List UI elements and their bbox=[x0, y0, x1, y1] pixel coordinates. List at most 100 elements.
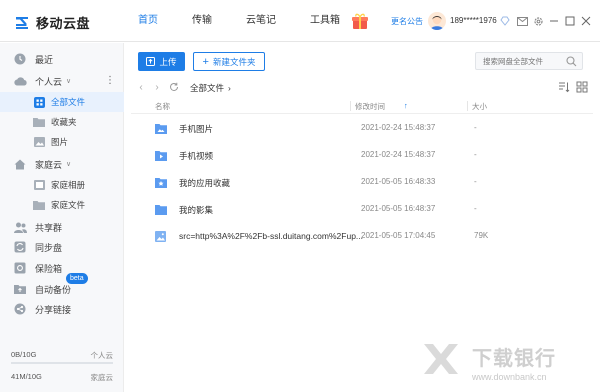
settings-icon[interactable] bbox=[530, 13, 546, 29]
sidebar-label: 自动备份 bbox=[35, 284, 72, 295]
watermark-url: www.downbank.cn bbox=[472, 372, 547, 382]
file-size: - bbox=[474, 150, 477, 159]
site-watermark: 下载银行 www.downbank.cn bbox=[424, 334, 600, 392]
app-logo: 移动云盘 bbox=[14, 12, 90, 32]
file-size: 79K bbox=[474, 231, 489, 240]
sort-icon[interactable] bbox=[558, 81, 570, 93]
file-name[interactable]: 我的应用收藏 bbox=[179, 177, 230, 189]
favorites-folder-icon bbox=[33, 116, 45, 128]
table-row[interactable]: 我的影集 2021-05-05 16:48:37 - bbox=[131, 196, 593, 223]
sidebar: 最近 个人云 ∨ ⋮ 全部文件 收藏夹 图片 家庭云 ∨ 家庭相册 家庭文件 共… bbox=[0, 43, 124, 392]
file-modified: 2021-05-05 16:48:33 bbox=[361, 177, 436, 186]
sidebar-item-personal-cloud[interactable]: 个人云 ∨ ⋮ bbox=[0, 71, 124, 91]
sidebar-label: 分享链接 bbox=[35, 304, 72, 315]
plus-icon: + bbox=[202, 55, 209, 68]
file-name[interactable]: 我的影集 bbox=[179, 204, 213, 216]
file-modified: 2021-02-24 15:48:37 bbox=[361, 150, 436, 159]
folder-star-icon bbox=[155, 177, 167, 188]
file-name[interactable]: 手机图片 bbox=[179, 123, 213, 135]
table-row[interactable]: 手机图片 2021-02-24 15:48:37 - bbox=[131, 115, 593, 142]
sidebar-item-auto-backup[interactable]: 自动备份 beta bbox=[0, 273, 124, 299]
sync-icon bbox=[13, 240, 27, 254]
table-header: 名称 修改时间 ↑ 大小 bbox=[131, 98, 593, 114]
usage-amount: 0B/10G bbox=[11, 350, 37, 359]
column-divider bbox=[350, 101, 351, 111]
minimize-icon[interactable] bbox=[546, 13, 562, 29]
forward-arrow-icon[interactable]: › bbox=[152, 81, 162, 93]
folder-icon bbox=[155, 204, 167, 215]
upload-label: 上传 bbox=[159, 56, 177, 67]
sidebar-label: 家庭文件 bbox=[51, 200, 86, 210]
usage-bar bbox=[11, 362, 113, 364]
more-options-icon[interactable]: ⋮ bbox=[105, 71, 115, 91]
search-icon[interactable] bbox=[566, 56, 577, 67]
sidebar-item-family-album[interactable]: 家庭相册 bbox=[0, 175, 124, 195]
username[interactable]: 189*****1976 bbox=[450, 16, 497, 25]
nav-cloud-notes[interactable]: 云笔记 bbox=[246, 14, 276, 30]
upload-button[interactable]: 上传 bbox=[138, 52, 185, 71]
share-icon bbox=[13, 302, 27, 316]
sidebar-item-favorites[interactable]: 收藏夹 bbox=[0, 112, 124, 132]
album-icon bbox=[33, 179, 45, 191]
sidebar-item-safe-box[interactable]: 保险箱 bbox=[0, 258, 124, 278]
avatar[interactable] bbox=[428, 12, 446, 30]
sidebar-item-family-cloud[interactable]: 家庭云 ∨ bbox=[0, 154, 124, 174]
folder-video-icon bbox=[155, 150, 167, 161]
new-folder-button[interactable]: + 新建文件夹 bbox=[193, 52, 265, 71]
clock-icon bbox=[13, 52, 27, 66]
chevron-down-icon[interactable]: ∨ bbox=[66, 77, 71, 85]
sidebar-label: 全部文件 bbox=[51, 97, 86, 107]
top-nav: 首页 传输 云笔记 工具箱 bbox=[138, 14, 374, 30]
new-folder-label: 新建文件夹 bbox=[212, 56, 256, 67]
app-name: 移动云盘 bbox=[36, 15, 91, 31]
file-modified: 2021-05-05 17:04:45 bbox=[361, 231, 436, 240]
sidebar-label: 共享群 bbox=[35, 222, 63, 233]
table-row[interactable]: src=http%3A%2F%2Fb-ssl.duitang.com%2Fup.… bbox=[131, 223, 593, 250]
sidebar-item-shared-group[interactable]: 共享群 bbox=[0, 217, 124, 237]
sidebar-item-sync-disk[interactable]: 同步盘 bbox=[0, 237, 124, 257]
column-name[interactable]: 名称 bbox=[155, 101, 170, 112]
title-bar: 移动云盘 首页 传输 云笔记 工具箱 更名公告 189*****1976 bbox=[0, 0, 600, 42]
chevron-down-icon[interactable]: ∨ bbox=[66, 160, 71, 168]
file-size: - bbox=[474, 123, 477, 132]
breadcrumb[interactable]: 全部文件 › bbox=[190, 82, 231, 94]
sidebar-label: 最近 bbox=[35, 54, 54, 65]
cloud-logo-icon bbox=[14, 14, 30, 30]
gift-icon[interactable] bbox=[351, 13, 369, 30]
sidebar-label: 收藏夹 bbox=[51, 117, 77, 127]
sidebar-item-all-files[interactable]: 全部文件 bbox=[0, 92, 124, 112]
search-input[interactable] bbox=[483, 55, 567, 67]
column-modified[interactable]: 修改时间 bbox=[355, 101, 385, 112]
file-modified: 2021-05-05 16:48:37 bbox=[361, 204, 436, 213]
grid-view-icon[interactable] bbox=[576, 81, 588, 93]
sidebar-item-family-files[interactable]: 家庭文件 bbox=[0, 195, 124, 215]
table-row[interactable]: 我的应用收藏 2021-05-05 16:48:33 - bbox=[131, 169, 593, 196]
close-icon[interactable] bbox=[578, 13, 594, 29]
table-row[interactable]: 手机视频 2021-02-24 15:48:37 - bbox=[131, 142, 593, 169]
file-name[interactable]: 手机视频 bbox=[179, 150, 213, 162]
watermark-text: 下载银行 bbox=[472, 348, 556, 370]
sidebar-item-images[interactable]: 图片 bbox=[0, 132, 124, 152]
nav-transfer[interactable]: 传输 bbox=[192, 14, 212, 30]
column-size[interactable]: 大小 bbox=[472, 101, 487, 112]
image-icon bbox=[33, 136, 45, 148]
nav-toolbox[interactable]: 工具箱 bbox=[310, 14, 340, 30]
breadcrumb-current[interactable]: 全部文件 bbox=[190, 83, 224, 93]
back-arrow-icon[interactable]: ‹ bbox=[136, 81, 146, 93]
sidebar-item-recent[interactable]: 最近 bbox=[0, 49, 124, 69]
file-name[interactable]: src=http%3A%2F%2Fb-ssl.duitang.com%2Fup.… bbox=[179, 231, 363, 241]
refresh-icon[interactable] bbox=[169, 81, 179, 93]
group-icon bbox=[13, 220, 27, 234]
sidebar-item-share-links[interactable]: 分享链接 bbox=[0, 299, 124, 319]
all-files-icon bbox=[33, 96, 45, 108]
search-box[interactable] bbox=[475, 52, 583, 70]
nav-home[interactable]: 首页 bbox=[138, 14, 158, 30]
rename-announcement-link[interactable]: 更名公告 bbox=[391, 16, 423, 27]
mail-icon[interactable] bbox=[514, 13, 530, 29]
maximize-icon[interactable] bbox=[562, 13, 578, 29]
sidebar-label: 图片 bbox=[51, 137, 69, 147]
home-icon bbox=[13, 157, 27, 171]
upload-icon bbox=[146, 57, 156, 66]
diamond-icon[interactable] bbox=[497, 13, 513, 29]
sort-asc-icon[interactable]: ↑ bbox=[404, 101, 408, 110]
